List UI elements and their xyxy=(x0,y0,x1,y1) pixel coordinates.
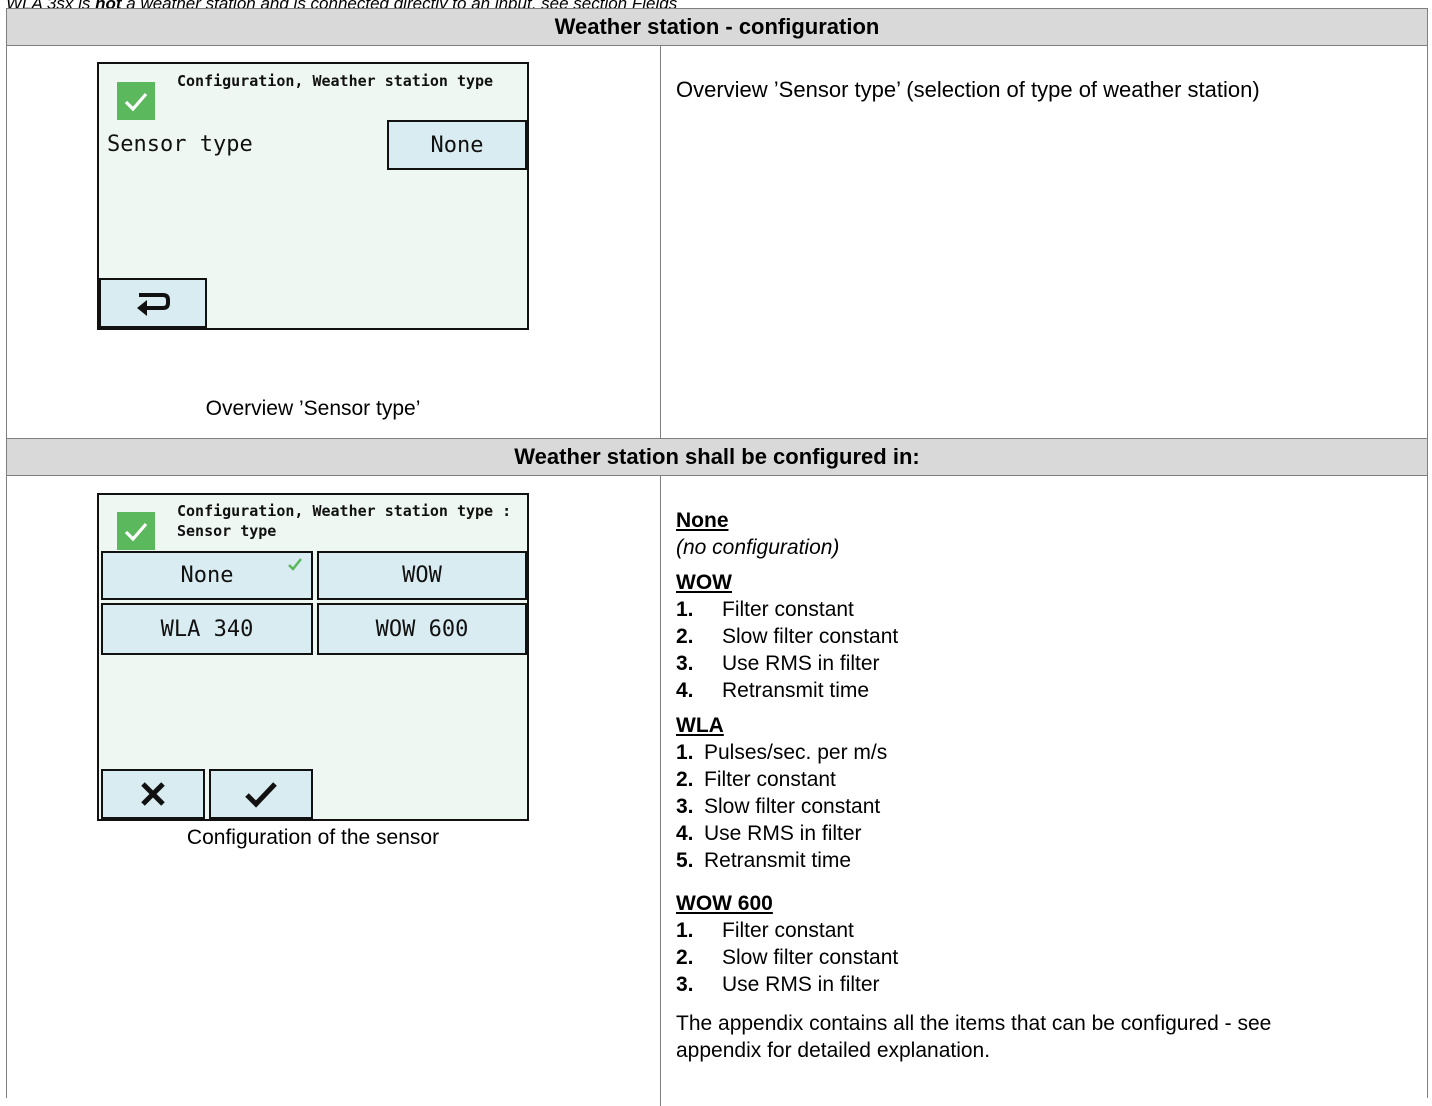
sensor-type-label: Sensor type xyxy=(107,132,253,157)
list-item: 2. Slow filter constant xyxy=(676,946,899,969)
checkmark-icon xyxy=(245,782,277,808)
list-item: 3. Slow filter constant xyxy=(676,795,881,818)
heading-wla: WLA xyxy=(676,714,724,737)
appendix-note: The appendix contains all the items that… xyxy=(676,1012,1272,1062)
close-icon xyxy=(141,782,165,806)
list-item: 4. Use RMS in filter xyxy=(676,822,862,845)
list-item: 2. Filter constant xyxy=(676,768,836,791)
column-divider xyxy=(660,46,661,439)
back-button[interactable] xyxy=(99,278,207,328)
none-note: (no configuration) xyxy=(676,536,840,559)
list-item: 1. Pulses/sec. per m/s xyxy=(676,741,888,764)
list-item: 3. Use RMS in filter xyxy=(676,973,880,996)
list-item: 1. Filter constant xyxy=(676,598,854,621)
list-item: 3. Use RMS in filter xyxy=(676,652,880,675)
sensor-type-button[interactable]: None xyxy=(387,120,527,170)
list-item: 4. Retransmit time xyxy=(676,679,870,702)
check-icon xyxy=(117,512,155,550)
return-icon xyxy=(137,293,170,316)
heading-wow-600: WOW 600 xyxy=(676,892,773,915)
confirm-button[interactable] xyxy=(209,769,313,819)
list-item: 5. Retransmit time xyxy=(676,849,852,872)
screen1-caption: Overview ’Sensor type’ xyxy=(205,397,421,420)
config-list: None (no configuration) WOW 1. Filter con… xyxy=(676,507,1271,1064)
section-header-configuration: Weather station - configuration xyxy=(7,8,1427,46)
check-icon xyxy=(117,82,155,120)
heading-none: None xyxy=(676,509,729,532)
cancel-button[interactable] xyxy=(101,769,205,819)
screen-title: Configuration, Weather station type : Se… xyxy=(177,502,512,540)
overview-description: Overview ’Sensor type’ (selection of typ… xyxy=(676,77,1260,102)
option-wla-340-button[interactable]: WLA 340 xyxy=(101,603,313,655)
column-divider xyxy=(660,476,661,1106)
option-wow-600-button[interactable]: WOW 600 xyxy=(317,603,527,655)
screen2-caption: Configuration of the sensor xyxy=(186,826,440,849)
option-none-button[interactable]: None xyxy=(101,551,313,600)
heading-wow: WOW xyxy=(676,571,732,594)
device-screen-configuration: Configuration, Weather station type : Se… xyxy=(97,493,529,821)
list-item: 2. Slow filter constant xyxy=(676,625,899,648)
section-header-configured-in: Weather station shall be configured in: xyxy=(7,438,1427,476)
screen-title: Configuration, Weather station type xyxy=(177,72,494,90)
selected-check-icon xyxy=(288,558,302,571)
list-item: 1. Filter constant xyxy=(676,919,854,942)
device-screen-overview: Configuration, Weather station type Sens… xyxy=(97,62,529,330)
option-wow-button[interactable]: WOW xyxy=(317,551,527,600)
